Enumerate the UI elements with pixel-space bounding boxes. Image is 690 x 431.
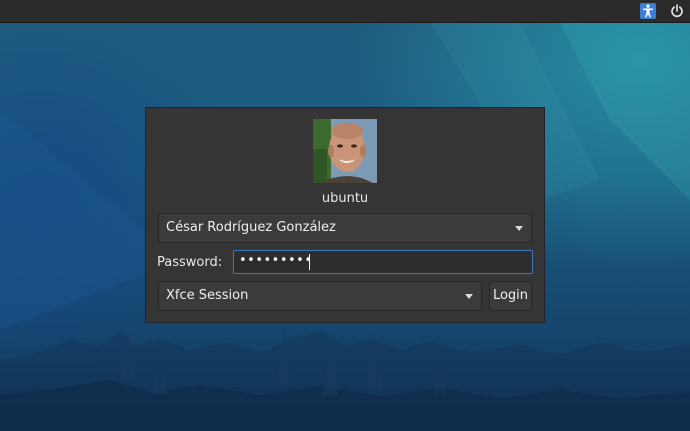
- user-select-value: César Rodríguez González: [166, 220, 336, 235]
- chevron-down-icon: [465, 294, 473, 299]
- password-mask: •••••••••: [239, 253, 313, 268]
- user-select[interactable]: César Rodríguez González: [158, 213, 532, 243]
- login-dialog: ubuntu César Rodríguez González Password…: [145, 107, 545, 323]
- top-panel: [0, 0, 690, 23]
- accessibility-icon[interactable]: [640, 3, 656, 19]
- chevron-down-icon: [515, 226, 523, 231]
- password-input[interactable]: •••••••••: [233, 250, 533, 274]
- session-select-value: Xfce Session: [166, 288, 249, 303]
- password-label: Password:: [157, 255, 223, 270]
- username-label: ubuntu: [321, 191, 369, 206]
- login-button[interactable]: Login: [489, 281, 532, 311]
- text-caret: [309, 254, 310, 270]
- power-icon[interactable]: [669, 3, 685, 19]
- user-avatar: [313, 119, 377, 183]
- session-select[interactable]: Xfce Session: [158, 281, 482, 311]
